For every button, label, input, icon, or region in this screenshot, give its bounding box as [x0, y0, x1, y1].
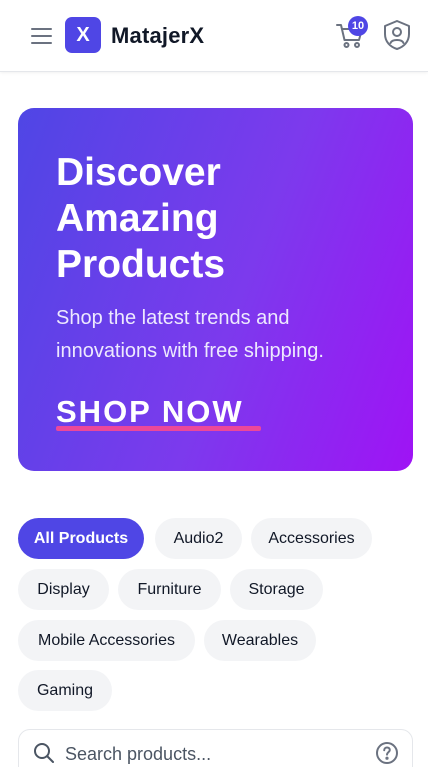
top-header: X MatajerX 10: [0, 0, 428, 72]
cart-count-badge: 10: [348, 16, 368, 36]
category-chip-storage[interactable]: Storage: [230, 569, 323, 610]
category-chip-audio2[interactable]: Audio2: [155, 518, 242, 559]
shop-now-button[interactable]: SHOP NOW: [56, 394, 244, 430]
search-bar: [18, 729, 413, 767]
hero-title: Discover Amazing Products: [56, 151, 226, 286]
search-input[interactable]: [65, 740, 365, 767]
search-icon: [33, 742, 55, 764]
category-chip-accessories[interactable]: Accessories: [251, 518, 372, 559]
menu-icon[interactable]: [28, 22, 56, 50]
shield-user-icon[interactable]: [382, 19, 412, 51]
help-icon[interactable]: [375, 741, 399, 765]
app-name[interactable]: MatajerX: [111, 23, 204, 49]
logo-mark[interactable]: X: [65, 17, 101, 53]
category-chip-display[interactable]: Display: [18, 569, 109, 610]
hero-subtitle: Shop the latest trends and innovations w…: [56, 307, 324, 362]
category-chip-furniture[interactable]: Furniture: [118, 569, 221, 610]
category-chip-mobile-accessories[interactable]: Mobile Accessories: [18, 620, 195, 661]
hero-banner: Discover Amazing Products Shop the lates…: [18, 108, 413, 471]
category-chip-wearables[interactable]: Wearables: [204, 620, 316, 661]
category-chip-gaming[interactable]: Gaming: [18, 670, 112, 711]
category-chip-all-products[interactable]: All Products: [18, 518, 144, 559]
